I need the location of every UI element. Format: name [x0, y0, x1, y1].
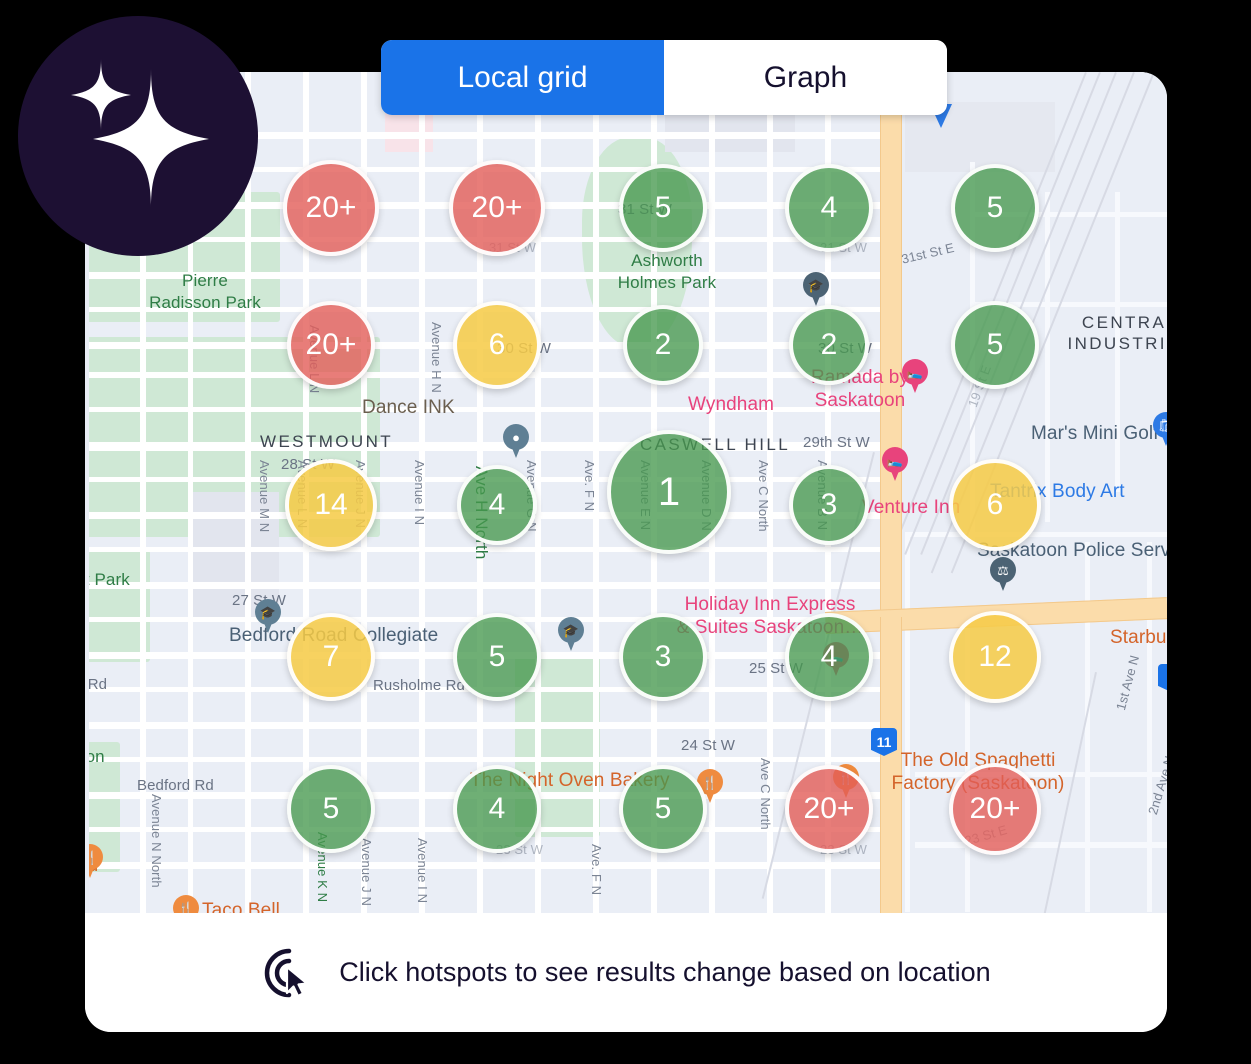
hotspot-bubble[interactable]: 2 — [623, 305, 703, 385]
hotspot-bubble[interactable]: 7 — [287, 613, 375, 701]
ai-sparkle-badge — [18, 16, 258, 256]
hotspot-bubble[interactable]: 20+ — [449, 160, 545, 256]
place-pin-icon[interactable]: ● — [503, 424, 529, 458]
hotel-pin-icon[interactable]: 🛌 — [902, 359, 928, 393]
map-poi-label[interactable]: Starbucks — [1110, 627, 1167, 649]
sparkle-icon — [43, 41, 233, 231]
hotspot-bubble[interactable]: 5 — [453, 613, 541, 701]
road — [593, 72, 599, 913]
restaurant-pin-icon[interactable]: 🍴 — [173, 895, 199, 913]
road — [1085, 542, 1090, 912]
map-poi-label[interactable]: Mar's Mini Golf — [1031, 423, 1159, 445]
highway-shield: 5 — [1158, 664, 1167, 692]
hotspot-bubble[interactable]: 5 — [951, 164, 1039, 252]
shop-pin-icon[interactable]: 🛍 — [1153, 412, 1167, 446]
road — [245, 72, 251, 913]
map-card: WESTMOUNT CASWELL HILL CENTRAL INDUSTRIA… — [85, 72, 1167, 1032]
caption-bar: Click hotspots to see results change bas… — [85, 913, 1167, 1032]
map-poi-label[interactable]: Wyndham — [688, 394, 774, 416]
hotspot-bubble[interactable]: 3 — [619, 613, 707, 701]
police-pin-icon[interactable]: ⚖ — [990, 557, 1016, 591]
hotspot-bubble[interactable]: 12 — [949, 611, 1041, 703]
hotspot-bubble[interactable]: 4 — [453, 765, 541, 853]
hotspot-bubble[interactable]: 6 — [949, 459, 1041, 551]
road — [915, 842, 1167, 848]
road — [419, 72, 425, 913]
road — [1115, 192, 1120, 492]
hotspot-bubble[interactable]: 5 — [951, 301, 1039, 389]
click-cursor-icon — [261, 945, 317, 1001]
map-street-label: Avenue H N — [429, 322, 444, 393]
road — [85, 757, 895, 762]
hotspot-bubble[interactable]: 2 — [789, 305, 869, 385]
tab-graph[interactable]: Graph — [664, 40, 947, 115]
hotspot-bubble[interactable]: 6 — [453, 301, 541, 389]
view-mode-toggle[interactable]: Local grid Graph — [381, 40, 947, 115]
hotel-pin-icon[interactable]: 🛌 — [882, 447, 908, 481]
highway — [880, 617, 902, 913]
road — [85, 547, 895, 552]
school-pin-icon[interactable]: 🎓 — [558, 617, 584, 651]
hotspot-bubble[interactable]: 1 — [607, 430, 731, 554]
hotspot-bubble[interactable]: 20+ — [283, 160, 379, 256]
road — [915, 772, 1167, 777]
road — [85, 582, 895, 589]
hotspot-bubble[interactable]: 5 — [287, 765, 375, 853]
road — [85, 272, 895, 279]
hotspot-bubble[interactable]: 5 — [619, 765, 707, 853]
hotspot-bubble[interactable]: 4 — [785, 164, 873, 252]
map-street-label: 31st St E — [900, 239, 956, 267]
hotspot-bubble[interactable]: 4 — [457, 465, 537, 545]
hotspot-bubble[interactable]: 4 — [785, 613, 873, 701]
road — [767, 72, 773, 913]
road — [85, 862, 895, 869]
map-area-label: CENTRAL INDUSTRIAL — [1067, 313, 1167, 354]
school-pin-icon[interactable]: 🎓 — [803, 272, 829, 306]
map-street-label: Avenue N North — [149, 794, 164, 888]
hotspot-bubble[interactable]: 20+ — [785, 765, 873, 853]
school-pin-icon[interactable]: 🎓 — [255, 599, 281, 633]
hotspot-bubble[interactable]: 5 — [619, 164, 707, 252]
road — [85, 407, 895, 412]
screenshot-root: WESTMOUNT CASWELL HILL CENTRAL INDUSTRIA… — [0, 0, 1251, 1064]
highway — [880, 72, 902, 632]
tab-local-grid[interactable]: Local grid — [381, 40, 664, 115]
hotspot-bubble[interactable]: 14 — [285, 459, 377, 551]
map-street-label: 1st Ave N — [1113, 653, 1143, 712]
hotspot-bubble[interactable]: 3 — [789, 465, 869, 545]
caption-text: Click hotspots to see results change bas… — [339, 957, 991, 987]
road — [905, 532, 910, 912]
hotspot-bubble[interactable]: 20+ — [287, 301, 375, 389]
road — [85, 442, 895, 451]
map-poi-label[interactable]: Taco Bell — [202, 900, 280, 913]
hotspot-bubble[interactable]: 20+ — [949, 763, 1041, 855]
map-canvas[interactable]: WESTMOUNT CASWELL HILL CENTRAL INDUSTRIA… — [85, 72, 1167, 913]
road — [85, 722, 895, 729]
